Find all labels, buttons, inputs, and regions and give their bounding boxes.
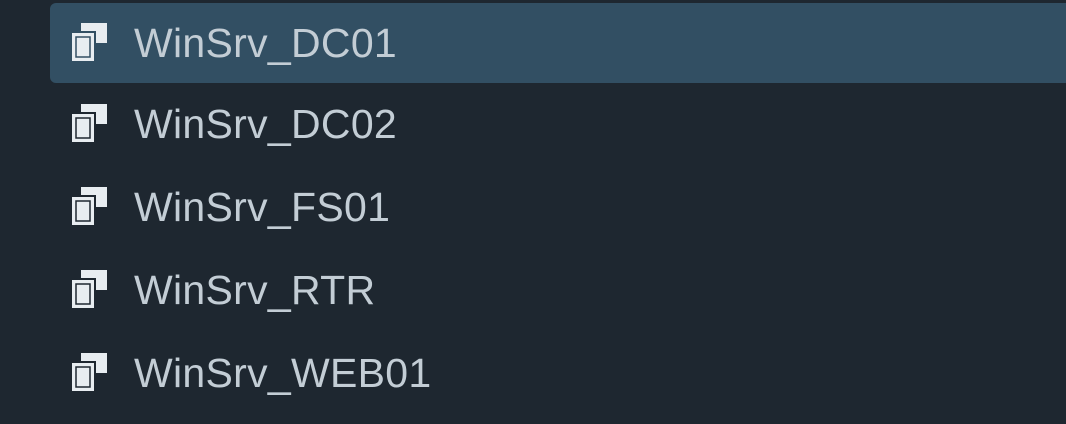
- vm-tree-item-label: WinSrv_FS01: [134, 183, 391, 230]
- vm-tree-item[interactable]: WinSrv_DC01: [50, 3, 1066, 83]
- vm-group-icon: [66, 183, 114, 231]
- vm-tree: WinSrv_DC01 WinSrv_DC02 WinSrv_FS01 WinS…: [0, 0, 1066, 424]
- vm-tree-item[interactable]: WinSrv_RTR: [50, 250, 1066, 330]
- vm-tree-item-label: WinSrv_RTR: [134, 266, 376, 313]
- vm-group-icon: [66, 349, 114, 397]
- vm-tree-item-label: WinSrv_WEB01: [134, 349, 432, 396]
- vm-tree-item[interactable]: WinSrv_WEB01: [50, 333, 1066, 413]
- vm-tree-item[interactable]: WinSrv_FS01: [50, 167, 1066, 247]
- vm-group-icon: [66, 100, 114, 148]
- vm-tree-item-label: WinSrv_DC02: [134, 100, 398, 147]
- vm-tree-item[interactable]: WinSrv_DC02: [50, 84, 1066, 164]
- vm-tree-item-label: WinSrv_DC01: [134, 19, 398, 66]
- vm-group-icon: [66, 266, 114, 314]
- vm-group-icon: [66, 19, 114, 67]
